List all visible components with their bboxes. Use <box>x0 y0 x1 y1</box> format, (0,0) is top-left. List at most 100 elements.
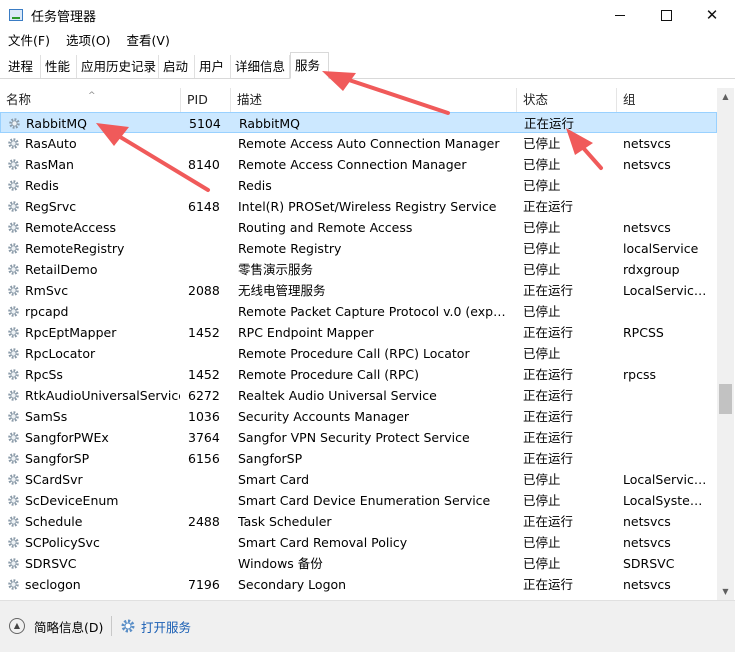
menu-bar: 文件(F) 选项(O) 查看(V) <box>0 31 178 51</box>
table-row[interactable]: RemoteRegistry Remote Registry 已停止 local… <box>0 238 717 259</box>
service-group: LocalSystem... <box>623 493 713 508</box>
scroll-down-icon[interactable]: ▼ <box>717 583 734 600</box>
table-row[interactable]: RmSvc 2088 无线电管理服务 正在运行 LocalService... <box>0 280 717 301</box>
column-header-status[interactable]: 状态 <box>517 88 617 112</box>
table-row[interactable]: RtkAudioUniversalService 6272 Realtek Au… <box>0 385 717 406</box>
service-group <box>623 448 713 469</box>
footer-separator <box>111 616 112 636</box>
service-description: Remote Access Connection Manager <box>238 157 467 172</box>
service-group <box>623 175 713 196</box>
service-group: netsvcs <box>623 157 671 172</box>
service-pid <box>188 532 228 553</box>
service-name: RmSvc <box>25 283 69 298</box>
close-button[interactable]: ✕ <box>689 0 735 30</box>
service-description: Remote Registry <box>238 241 342 256</box>
menu-options[interactable]: 选项(O) <box>58 31 119 51</box>
service-name: RemoteRegistry <box>25 241 125 256</box>
task-manager-icon <box>9 9 23 21</box>
service-name: SCardSvr <box>25 472 83 487</box>
service-description: Security Accounts Manager <box>238 409 410 424</box>
table-row[interactable]: Redis Redis 已停止 <box>0 175 717 196</box>
service-description: Secondary Logon <box>238 577 347 592</box>
service-pid <box>188 469 228 490</box>
vertical-scrollbar[interactable]: ▲ ▼ <box>717 88 734 600</box>
table-row[interactable]: SamSs 1036 Security Accounts Manager 正在运… <box>0 406 717 427</box>
service-description: Remote Procedure Call (RPC) Locator <box>238 346 470 361</box>
table-row[interactable]: ScDeviceEnum Smart Card Device Enumerati… <box>0 490 717 511</box>
service-description: SangforSP <box>238 451 303 466</box>
column-header-pid[interactable]: PID <box>181 88 231 112</box>
table-row[interactable]: RegSrvc 6148 Intel(R) PROSet/Wireless Re… <box>0 196 717 217</box>
table-row[interactable]: SCardSvr Smart Card 已停止 LocalService... <box>0 469 717 490</box>
column-header-name[interactable]: 名称 ^ <box>0 88 181 112</box>
tab-details[interactable]: 详细信息 <box>231 55 290 78</box>
service-group: rpcss <box>623 367 656 382</box>
table-row[interactable]: RetailDemo 零售演示服务 已停止 rdxgroup <box>0 259 717 280</box>
service-pid <box>188 217 228 238</box>
menu-view[interactable]: 查看(V) <box>119 31 178 51</box>
tab-services[interactable]: 服务 <box>290 52 329 79</box>
tab-processes[interactable]: 进程 <box>4 55 41 78</box>
scroll-thumb[interactable] <box>719 384 732 414</box>
service-gear-icon <box>9 118 20 129</box>
service-group: RPCSS <box>623 325 664 340</box>
tab-users[interactable]: 用户 <box>195 55 231 78</box>
column-header-description[interactable]: 描述 <box>231 88 517 112</box>
services-list: RabbitMQ 5104 RabbitMQ 正在运行 RasAuto Remo… <box>0 112 717 600</box>
chevron-up-circle-icon[interactable]: ▲ <box>9 618 25 634</box>
service-status: 已停止 <box>523 220 561 235</box>
maximize-button[interactable] <box>643 0 689 30</box>
table-row[interactable]: RasAuto Remote Access Auto Connection Ma… <box>0 133 717 154</box>
service-group: rdxgroup <box>623 262 680 277</box>
tab-performance[interactable]: 性能 <box>41 55 77 78</box>
table-row[interactable]: Schedule 2488 Task Scheduler 正在运行 netsvc… <box>0 511 717 532</box>
service-name: SamSs <box>25 409 68 424</box>
service-status: 已停止 <box>523 241 561 256</box>
service-description: Remote Access Auto Connection Manager <box>238 136 500 151</box>
open-services-link[interactable]: 打开服务 <box>141 617 191 636</box>
table-row[interactable]: SCPolicySvc Smart Card Removal Policy 已停… <box>0 532 717 553</box>
table-row[interactable]: seclogon 7196 Secondary Logon 正在运行 netsv… <box>0 574 717 595</box>
service-status: 已停止 <box>523 262 561 277</box>
service-name: RpcSs <box>25 367 63 382</box>
table-row[interactable]: RabbitMQ 5104 RabbitMQ 正在运行 <box>0 112 717 133</box>
table-row[interactable]: SangforPWEx 3764 Sangfor VPN Security Pr… <box>0 427 717 448</box>
menu-file[interactable]: 文件(F) <box>0 31 58 51</box>
table-row[interactable]: RasMan 8140 Remote Access Connection Man… <box>0 154 717 175</box>
minimize-button[interactable] <box>597 0 643 30</box>
services-gear-icon[interactable] <box>120 618 136 634</box>
service-group: netsvcs <box>623 514 671 529</box>
table-row[interactable]: rpcapd Remote Packet Capture Protocol v.… <box>0 301 717 322</box>
sort-ascending-icon: ^ <box>88 91 96 101</box>
service-group: LocalService... <box>623 472 713 487</box>
service-status: 已停止 <box>523 472 561 487</box>
service-description: Realtek Audio Universal Service <box>238 388 437 403</box>
service-pid: 6148 <box>188 199 220 214</box>
service-status: 正在运行 <box>524 116 575 131</box>
service-status: 已停止 <box>523 556 561 571</box>
service-group <box>623 385 713 406</box>
table-row[interactable]: RemoteAccess Routing and Remote Access 已… <box>0 217 717 238</box>
scroll-up-icon[interactable]: ▲ <box>717 88 734 105</box>
service-description: Task Scheduler <box>238 514 332 529</box>
service-name: RetailDemo <box>25 262 98 277</box>
table-row[interactable]: SangforSP 6156 SangforSP 正在运行 <box>0 448 717 469</box>
service-gear-icon <box>8 495 19 506</box>
service-status: 正在运行 <box>523 430 574 445</box>
service-gear-icon <box>8 285 19 296</box>
table-row[interactable]: RpcLocator Remote Procedure Call (RPC) L… <box>0 343 717 364</box>
table-row[interactable]: RpcEptMapper 1452 RPC Endpoint Mapper 正在… <box>0 322 717 343</box>
tab-startup[interactable]: 启动 <box>159 55 195 78</box>
service-status: 正在运行 <box>523 409 574 424</box>
table-row[interactable]: SDRSVC Windows 备份 已停止 SDRSVC <box>0 553 717 574</box>
table-row[interactable]: RpcSs 1452 Remote Procedure Call (RPC) 正… <box>0 364 717 385</box>
service-group: netsvcs <box>623 535 671 550</box>
service-group: netsvcs <box>623 136 671 151</box>
service-status: 正在运行 <box>523 325 574 340</box>
service-name: Redis <box>25 178 59 193</box>
tab-app-history[interactable]: 应用历史记录 <box>77 55 159 78</box>
service-group: SDRSVC <box>623 556 675 571</box>
service-pid <box>188 343 228 364</box>
fewer-details-link[interactable]: 简略信息(D) <box>34 617 103 636</box>
column-header-group[interactable]: 组 <box>617 88 717 112</box>
